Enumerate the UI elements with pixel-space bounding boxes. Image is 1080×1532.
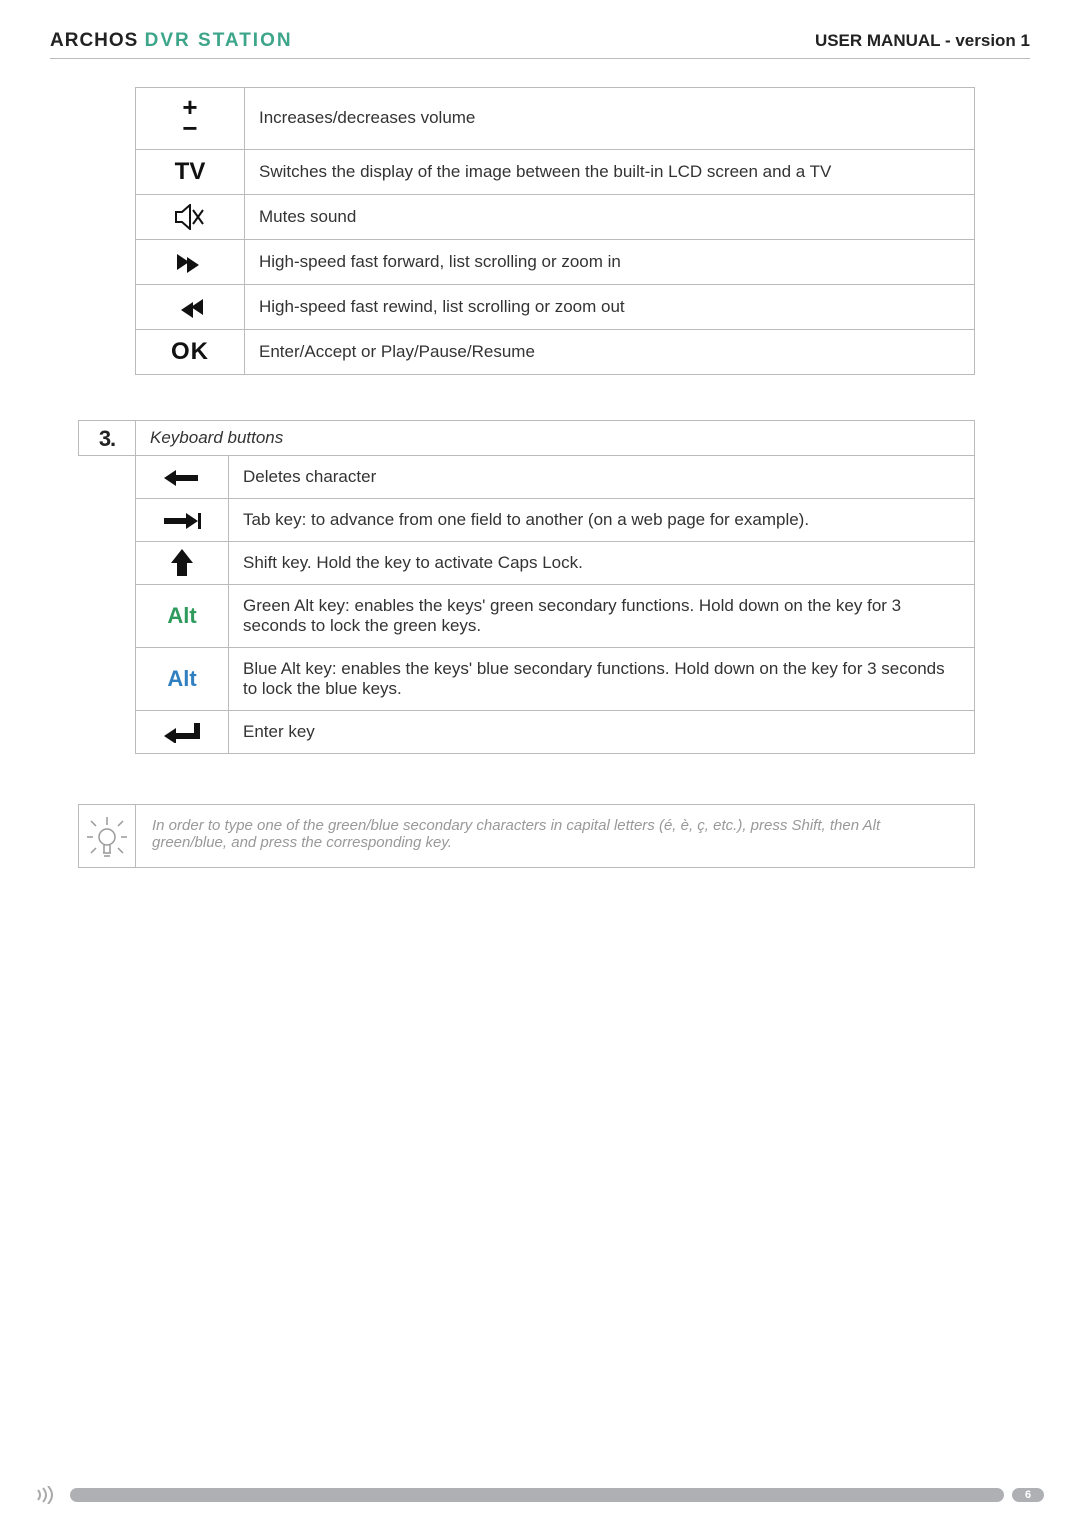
brand-archos: ARCHOS <box>50 30 138 51</box>
tv-icon: TV <box>136 149 245 194</box>
mute-icon <box>136 194 245 239</box>
sound-waves-icon <box>36 1484 62 1507</box>
functions-table: +− Increases/decreases volume TV Switche… <box>135 87 975 375</box>
alt-blue-icon: Alt <box>136 647 229 710</box>
section-header: 3. Keyboard buttons <box>78 420 1030 456</box>
fast-rewind-icon <box>136 284 245 329</box>
table-row: Alt Green Alt key: enables the keys' gre… <box>136 584 975 647</box>
page-header: ARCHOS DVR STATION USER MANUAL - version… <box>50 30 1030 59</box>
kb-desc: Enter key <box>229 710 975 753</box>
table-row: Alt Blue Alt key: enables the keys' blue… <box>136 647 975 710</box>
table-row: Shift key. Hold the key to activate Caps… <box>136 541 975 584</box>
func-desc: High-speed fast rewind, list scrolling o… <box>245 284 975 329</box>
kb-desc: Deletes character <box>229 455 975 498</box>
brand-title: ARCHOS DVR STATION <box>50 30 293 52</box>
func-desc: Mutes sound <box>245 194 975 239</box>
lightbulb-icon <box>78 804 135 868</box>
func-desc: Increases/decreases volume <box>245 88 975 150</box>
table-row: Mutes sound <box>136 194 975 239</box>
table-row: +− Increases/decreases volume <box>136 88 975 150</box>
func-desc: Enter/Accept or Play/Pause/Resume <box>245 329 975 374</box>
tip-box: In order to type one of the green/blue s… <box>78 804 1030 868</box>
alt-green-icon: Alt <box>136 584 229 647</box>
kb-desc: Tab key: to advance from one field to an… <box>229 498 975 541</box>
keyboard-table: Deletes character Tab key: to advance fr… <box>135 455 975 754</box>
manual-version: USER MANUAL - version 1 <box>815 31 1030 51</box>
page-number: 6 <box>1012 1488 1044 1502</box>
func-desc: Switches the display of the image betwee… <box>245 149 975 194</box>
page-footer: 6 <box>36 1486 1044 1504</box>
tab-icon <box>136 498 229 541</box>
fast-forward-icon <box>136 239 245 284</box>
func-desc: High-speed fast forward, list scrolling … <box>245 239 975 284</box>
table-row: Deletes character <box>136 455 975 498</box>
footer-bar <box>70 1488 1004 1502</box>
brand-dvr: DVR STATION <box>145 30 293 51</box>
table-row: OK Enter/Accept or Play/Pause/Resume <box>136 329 975 374</box>
table-row: Tab key: to advance from one field to an… <box>136 498 975 541</box>
enter-icon <box>136 710 229 753</box>
tip-text: In order to type one of the green/blue s… <box>135 804 975 868</box>
backspace-icon <box>136 455 229 498</box>
table-row: Enter key <box>136 710 975 753</box>
kb-desc: Blue Alt key: enables the keys' blue sec… <box>229 647 975 710</box>
table-row: High-speed fast rewind, list scrolling o… <box>136 284 975 329</box>
ok-icon: OK <box>136 329 245 374</box>
table-row: High-speed fast forward, list scrolling … <box>136 239 975 284</box>
plus-minus-icon: +− <box>136 88 245 150</box>
section-number: 3. <box>78 420 135 456</box>
kb-desc: Shift key. Hold the key to activate Caps… <box>229 541 975 584</box>
section-title: Keyboard buttons <box>135 420 975 456</box>
kb-desc: Green Alt key: enables the keys' green s… <box>229 584 975 647</box>
table-row: TV Switches the display of the image bet… <box>136 149 975 194</box>
shift-icon <box>136 541 229 584</box>
